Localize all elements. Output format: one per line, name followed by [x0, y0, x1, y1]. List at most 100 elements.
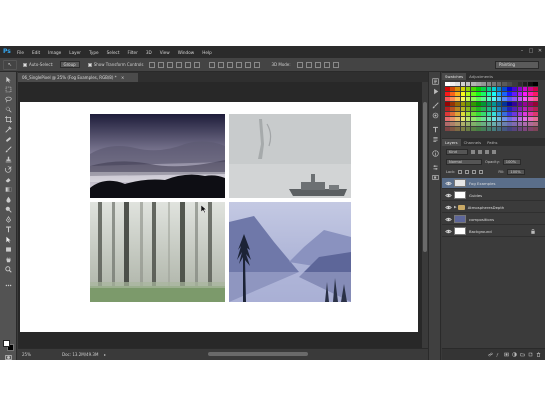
- horizontal-scroll-thumb[interactable]: [208, 352, 308, 356]
- color-swatch[interactable]: [445, 127, 450, 132]
- swatches-grid[interactable]: [445, 82, 541, 134]
- color-swatch[interactable]: [465, 117, 471, 122]
- color-swatch[interactable]: [465, 82, 471, 87]
- color-swatch[interactable]: [486, 127, 492, 132]
- brush-panel-icon[interactable]: [432, 102, 439, 109]
- layer-row[interactable]: Fog Examples: [442, 178, 545, 189]
- color-swatch[interactable]: [481, 97, 486, 102]
- quick-mask-icon[interactable]: [5, 354, 12, 360]
- dodge-tool-icon[interactable]: [5, 206, 12, 213]
- color-swatch[interactable]: [450, 112, 455, 117]
- color-swatch[interactable]: [455, 92, 460, 97]
- color-swatch[interactable]: [528, 117, 533, 122]
- menu-type[interactable]: Type: [89, 50, 99, 55]
- color-swatch[interactable]: [507, 117, 512, 122]
- color-swatch[interactable]: [517, 107, 523, 112]
- color-swatch[interactable]: [486, 87, 492, 92]
- color-swatch[interactable]: [486, 102, 492, 107]
- color-swatch[interactable]: [512, 117, 518, 122]
- layer-style-icon[interactable]: f: [496, 352, 501, 357]
- color-swatch[interactable]: [533, 102, 538, 107]
- eraser-tool-icon[interactable]: [5, 176, 12, 183]
- color-swatch[interactable]: [496, 87, 502, 92]
- status-menu-arrow-icon[interactable]: ▸: [104, 352, 106, 357]
- menu-file[interactable]: File: [17, 50, 24, 55]
- color-swatch[interactable]: [455, 107, 460, 112]
- color-swatch[interactable]: [491, 97, 497, 102]
- color-swatch[interactable]: [533, 107, 538, 112]
- zoom-tool-icon[interactable]: [5, 266, 12, 273]
- vertical-scroll-thumb[interactable]: [423, 102, 427, 252]
- color-swatch[interactable]: [502, 127, 507, 132]
- color-swatch[interactable]: [481, 117, 486, 122]
- color-swatch[interactable]: [460, 112, 466, 117]
- menu-select[interactable]: Select: [107, 50, 120, 55]
- type-tool-icon[interactable]: [5, 226, 12, 233]
- color-swatch[interactable]: [502, 92, 507, 97]
- document-canvas[interactable]: [20, 102, 418, 332]
- color-swatch[interactable]: [502, 122, 507, 127]
- history-panel-icon[interactable]: [432, 78, 439, 85]
- color-swatch[interactable]: [476, 102, 481, 107]
- color-swatch[interactable]: [476, 92, 481, 97]
- color-swatch[interactable]: [528, 92, 533, 97]
- color-swatch[interactable]: [455, 87, 460, 92]
- color-swatch[interactable]: [455, 112, 460, 117]
- color-swatch[interactable]: [450, 127, 455, 132]
- color-swatch[interactable]: [465, 127, 471, 132]
- color-swatch[interactable]: [445, 122, 450, 127]
- delete-layer-icon[interactable]: [536, 352, 541, 357]
- color-swatch[interactable]: [476, 82, 481, 87]
- color-swatch[interactable]: [450, 92, 455, 97]
- color-swatch[interactable]: [470, 102, 476, 107]
- navigator-panel-icon[interactable]: [432, 174, 439, 181]
- auto-select-dropdown[interactable]: Group: [59, 61, 80, 68]
- visibility-eye-icon[interactable]: [445, 204, 452, 211]
- document-tab[interactable]: 06_SinglePixel @ 25% (Fog Examples, RGB/…: [18, 73, 138, 82]
- color-swatch[interactable]: [460, 122, 466, 127]
- color-swatch[interactable]: [522, 82, 528, 87]
- color-swatch[interactable]: [481, 92, 486, 97]
- align-top-icon[interactable]: [149, 61, 156, 68]
- color-swatch[interactable]: [522, 122, 528, 127]
- color-swatch[interactable]: [507, 87, 512, 92]
- lock-all-icon[interactable]: [479, 170, 484, 174]
- color-swatch[interactable]: [481, 82, 486, 87]
- color-swatch[interactable]: [491, 102, 497, 107]
- color-swatch[interactable]: [533, 112, 538, 117]
- tab-channels[interactable]: Channels: [461, 139, 485, 146]
- color-swatch[interactable]: [507, 107, 512, 112]
- color-swatch[interactable]: [491, 92, 497, 97]
- move-tool-icon[interactable]: [5, 76, 12, 83]
- clone-stamp-tool-icon[interactable]: [5, 156, 12, 163]
- color-swatch[interactable]: [517, 117, 523, 122]
- color-swatch[interactable]: [455, 102, 460, 107]
- color-swatch[interactable]: [533, 122, 538, 127]
- link-layers-icon[interactable]: [488, 352, 493, 357]
- move-tool-preset-icon[interactable]: ↖: [3, 59, 17, 70]
- close-window-button[interactable]: ✕: [537, 49, 543, 54]
- color-swatch[interactable]: [522, 87, 528, 92]
- color-swatch[interactable]: [455, 127, 460, 132]
- brush-presets-panel-icon[interactable]: [432, 112, 439, 119]
- color-swatch[interactable]: [460, 117, 466, 122]
- color-swatch[interactable]: [502, 87, 507, 92]
- color-swatch[interactable]: [455, 117, 460, 122]
- 3d-rotate-icon[interactable]: [296, 61, 303, 68]
- menu-layer[interactable]: Layer: [69, 50, 81, 55]
- filter-type-icon[interactable]: [485, 150, 489, 154]
- visibility-eye-icon[interactable]: [445, 216, 452, 223]
- color-swatch[interactable]: [450, 102, 455, 107]
- color-swatch[interactable]: [533, 92, 538, 97]
- color-swatch[interactable]: [502, 112, 507, 117]
- menu-help[interactable]: Help: [202, 50, 212, 55]
- marquee-tool-icon[interactable]: [5, 86, 12, 93]
- 3d-slide-icon[interactable]: [323, 61, 330, 68]
- color-swatch[interactable]: [528, 87, 533, 92]
- color-swatch[interactable]: [491, 112, 497, 117]
- filter-shape-icon[interactable]: [492, 150, 496, 154]
- zoom-level[interactable]: 25%: [22, 352, 40, 357]
- color-swatch[interactable]: [517, 87, 523, 92]
- color-swatch[interactable]: [507, 122, 512, 127]
- distribute-right-icon[interactable]: [254, 61, 261, 68]
